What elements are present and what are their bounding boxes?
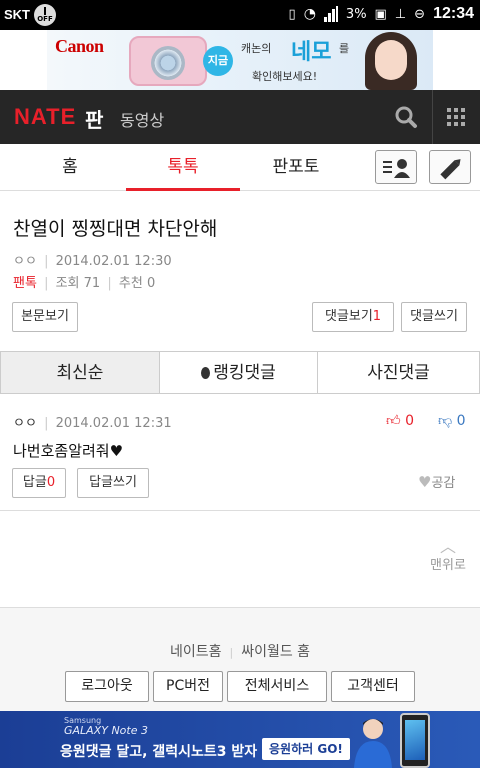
tab-ranking-label: 랭킹댓글 [213,363,276,383]
ad-line1: 캐논의 [241,42,272,55]
bottom-ad-banner[interactable]: Samsung GALAXY Note 3 응원댓글 달고, 갤럭시노트3 받자… [0,711,480,768]
ad-phone-image [400,713,430,768]
tab-talk[interactable]: 톡톡 [126,144,240,191]
pan-section-link[interactable]: 판 [85,104,103,133]
comment-meta: ㅇㅇ | 2014.02.01 12:31 [13,416,172,431]
image-notification-icon: ▣ [374,6,387,22]
post-stats: 팬톡 | 조회 71 | 추천 0 [13,276,156,291]
ad-product-label: GALAXY Note 3 [64,724,148,737]
status-icons: ▯ ◔ 3% ▣ ⊥ ⊖ 12:34 [289,5,474,23]
comment-author: ㅇㅇ [13,416,37,431]
clock: 12:34 [433,5,474,22]
dnd-icon: ⊖ [414,6,426,22]
tab-home[interactable]: 홈 [20,144,120,191]
to-top-label: 맨위로 [430,558,466,573]
nate-logo[interactable]: NATE [14,104,76,130]
ad-line2: 확인해보세요! [252,70,318,83]
ad-cta-button[interactable]: 응원하러 GO! [262,738,350,760]
camera-image [129,36,207,86]
thumbs-up-count: 0 [405,413,415,429]
medal-icon [201,367,211,379]
comment-count: 1 [372,309,382,324]
ad-message: 응원댓글 달고, 갤럭시노트3 받자 [60,744,258,760]
nav-bar: NATE 판 동영상 [0,90,480,144]
power-off-icon: OFF [34,4,56,26]
recommend-label: 추천 [118,276,143,291]
post-category[interactable]: 팬톡 [13,276,37,291]
search-icon[interactable] [386,90,428,144]
view-comments-label: 댓글보기 [324,309,373,324]
tab-latest[interactable]: 최신순 [0,351,160,394]
thumbs-up-button[interactable]: 👍︎ 0 [386,412,414,429]
write-reply-button[interactable]: 답글쓰기 [77,468,149,498]
comment-divider [0,510,480,511]
tab-pan-photo[interactable]: 판포토 [246,144,346,191]
reply-label: 답글 [22,475,47,490]
nate-home-link[interactable]: 네이트홈 [170,644,222,660]
ad-brand-logo: Canon [55,36,104,56]
wifi-icon: ◔ [303,6,316,22]
thumbs-up-icon: 👍︎ [386,413,401,429]
thumbs-down-button[interactable]: 👎︎ 0 [438,412,466,429]
comment-text: 나번호좀알려줘♥ [13,442,124,460]
signal-icon [323,6,338,22]
alarm-icon: ⊥ [394,6,407,22]
recommend-count: 0 [146,276,156,291]
profile-list-icon [383,159,410,178]
ad-highlight: 네모 [291,40,332,65]
ad-line1-suffix: 를 [339,42,350,55]
video-link[interactable]: 동영상 [120,107,164,131]
write-button[interactable] [429,150,471,184]
carrier-label: SKT [4,7,30,22]
pc-version-button[interactable]: PC버전 [153,671,223,702]
ad-model-image [355,32,425,90]
write-comment-button[interactable]: 댓글쓰기 [401,302,467,332]
comment-date: 2014.02.01 12:31 [55,416,172,431]
views-count: 71 [83,276,101,291]
view-body-button[interactable]: 본문보기 [12,302,78,332]
tab-photo-comments[interactable]: 사진댓글 [317,351,480,394]
chevron-up-icon: ︿ [439,537,456,556]
thumbs-down-count: 0 [456,413,466,429]
view-comments-button[interactable]: 댓글보기1 [312,302,394,332]
battery-percent: 3% [345,6,367,22]
top-ad-banner[interactable]: Canon 지금 캐논의 네모 를 확인해보세요! [0,30,480,90]
scroll-to-top-button[interactable]: ︿ 맨위로 [424,537,472,574]
tab-ranking[interactable]: 랭킹댓글 [159,351,318,394]
status-bar: SKT OFF ▯ ◔ 3% ▣ ⊥ ⊖ 12:34 [0,0,480,30]
ad-bubble: 지금 [203,46,233,76]
like-label: 공감 [431,476,456,491]
pencil-icon [440,159,461,180]
post-date: 2014.02.01 12:30 [55,254,172,269]
comment-sort-tabs: 최신순 랭킹댓글 사진댓글 [0,351,480,394]
post-author: ㅇㅇ [13,254,37,269]
reply-count: 0 [46,475,56,490]
thumbs-down-icon: 👎︎ [438,413,453,429]
profile-list-button[interactable] [375,150,417,184]
all-services-button[interactable]: 전체서비스 [227,671,327,702]
main-tabs: 홈 톡톡 판포토 [0,144,480,191]
like-button[interactable]: ♥공감 [418,472,455,491]
footer-links: 네이트홈 | 싸이월드 홈 [169,644,311,660]
reply-button[interactable]: 답글0 [12,468,66,498]
nfc-icon: ▯ [288,6,296,22]
footer: 네이트홈 | 싸이월드 홈 로그아웃 PC버전 전체서비스 고객센터 [0,607,480,711]
logout-button[interactable]: 로그아웃 [65,671,149,702]
customer-center-button[interactable]: 고객센터 [331,671,415,702]
heart-icon: ♥ [418,473,432,491]
views-label: 조회 [55,276,80,291]
post-meta: ㅇㅇ | 2014.02.01 12:30 [13,254,172,269]
cyworld-home-link[interactable]: 싸이월드 홈 [241,644,310,660]
menu-grid-icon[interactable] [433,90,480,144]
ad-person-image [354,719,392,768]
post-title: 찬열이 찡찡대면 차단안해 [13,218,218,240]
